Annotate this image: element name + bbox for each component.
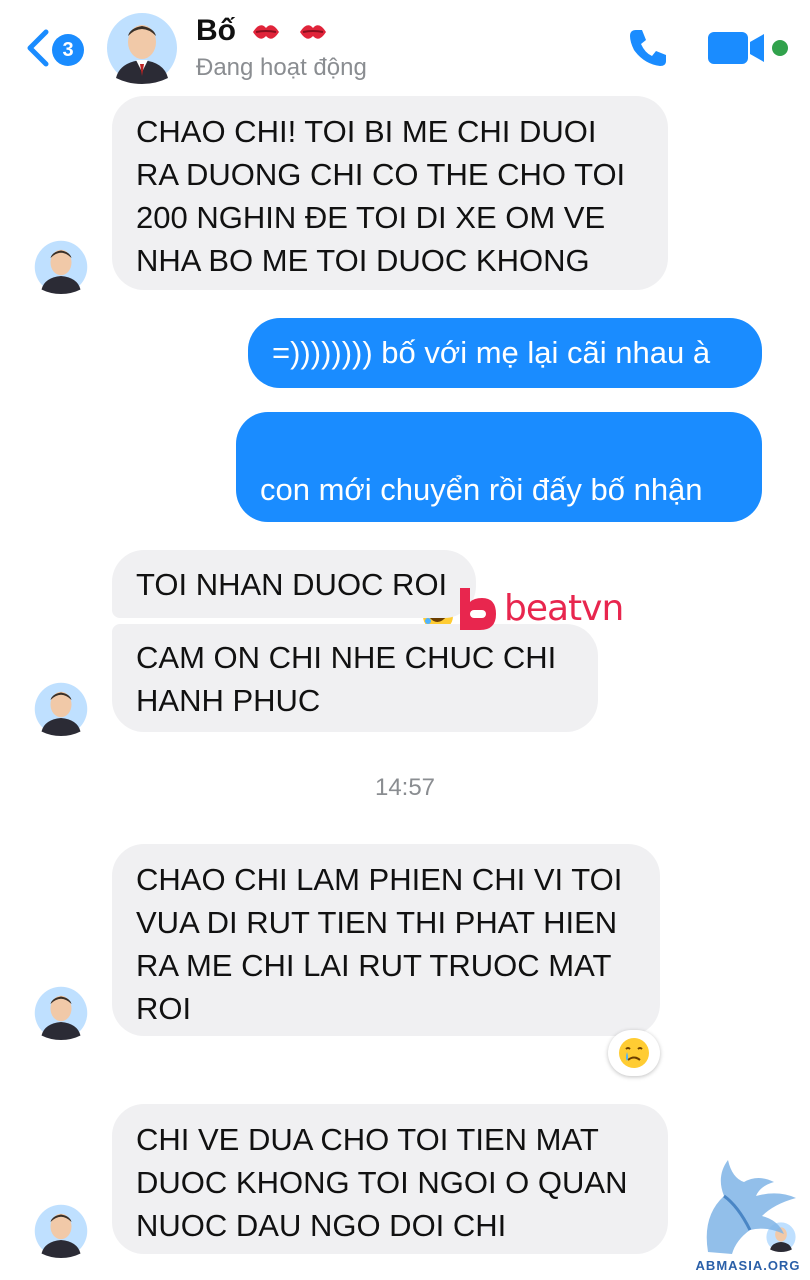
outgoing-message[interactable]: con mới chuyển rồi đấy bố nhận được chưa xyxy=(236,412,762,676)
beatvn-logo-icon xyxy=(460,588,496,630)
abmasia-watermark: ABMASIA.ORG xyxy=(688,1156,808,1278)
kiss-icon xyxy=(299,25,326,39)
phone-icon[interactable] xyxy=(624,24,672,72)
kiss-icon xyxy=(253,25,280,39)
contact-name[interactable]: Bố xyxy=(196,14,329,48)
message-reaction[interactable] xyxy=(608,1030,660,1076)
abmasia-logo-text: ABMASIA.ORG xyxy=(695,1258,801,1273)
chat-header: 3 Bố Đang hoạt động xyxy=(0,0,810,92)
contact-avatar[interactable] xyxy=(106,12,178,84)
incoming-message[interactable]: TOI NHAN DUOC ROI xyxy=(112,550,476,618)
contact-avatar-small xyxy=(34,1204,88,1258)
crying-face-icon xyxy=(619,1038,649,1068)
contact-avatar-small xyxy=(34,986,88,1040)
incoming-message[interactable]: CHAO CHI! TOI BI ME CHI DUOI RA DUONG CH… xyxy=(112,96,668,290)
back-chevron-icon xyxy=(27,29,49,67)
unread-count-badge: 3 xyxy=(52,34,84,66)
contact-avatar-small xyxy=(34,682,88,736)
online-dot-icon xyxy=(772,40,788,56)
beatvn-logo-text: beatvn xyxy=(504,588,624,629)
back-button[interactable]: 3 xyxy=(24,26,94,70)
incoming-message[interactable]: CHAO CHI LAM PHIEN CHI VI TOI VUA DI RUT… xyxy=(112,844,660,1036)
contact-avatar-small xyxy=(34,240,88,294)
griffin-logo-icon xyxy=(706,1160,796,1254)
video-camera-icon[interactable] xyxy=(706,28,790,68)
incoming-message[interactable]: CAM ON CHI NHE CHUC CHI HANH PHUC xyxy=(112,624,598,732)
incoming-message[interactable]: CHI VE DUA CHO TOI TIEN MAT DUOC KHONG T… xyxy=(112,1104,668,1254)
outgoing-message[interactable]: =)))))))) bố với mẹ lại cãi nhau à xyxy=(248,318,762,388)
beatvn-watermark: beatvn xyxy=(454,584,644,632)
contact-name-label: Bố xyxy=(196,14,236,47)
message-timestamp: 14:57 xyxy=(374,774,436,801)
active-status: Đang hoạt động xyxy=(196,54,367,81)
